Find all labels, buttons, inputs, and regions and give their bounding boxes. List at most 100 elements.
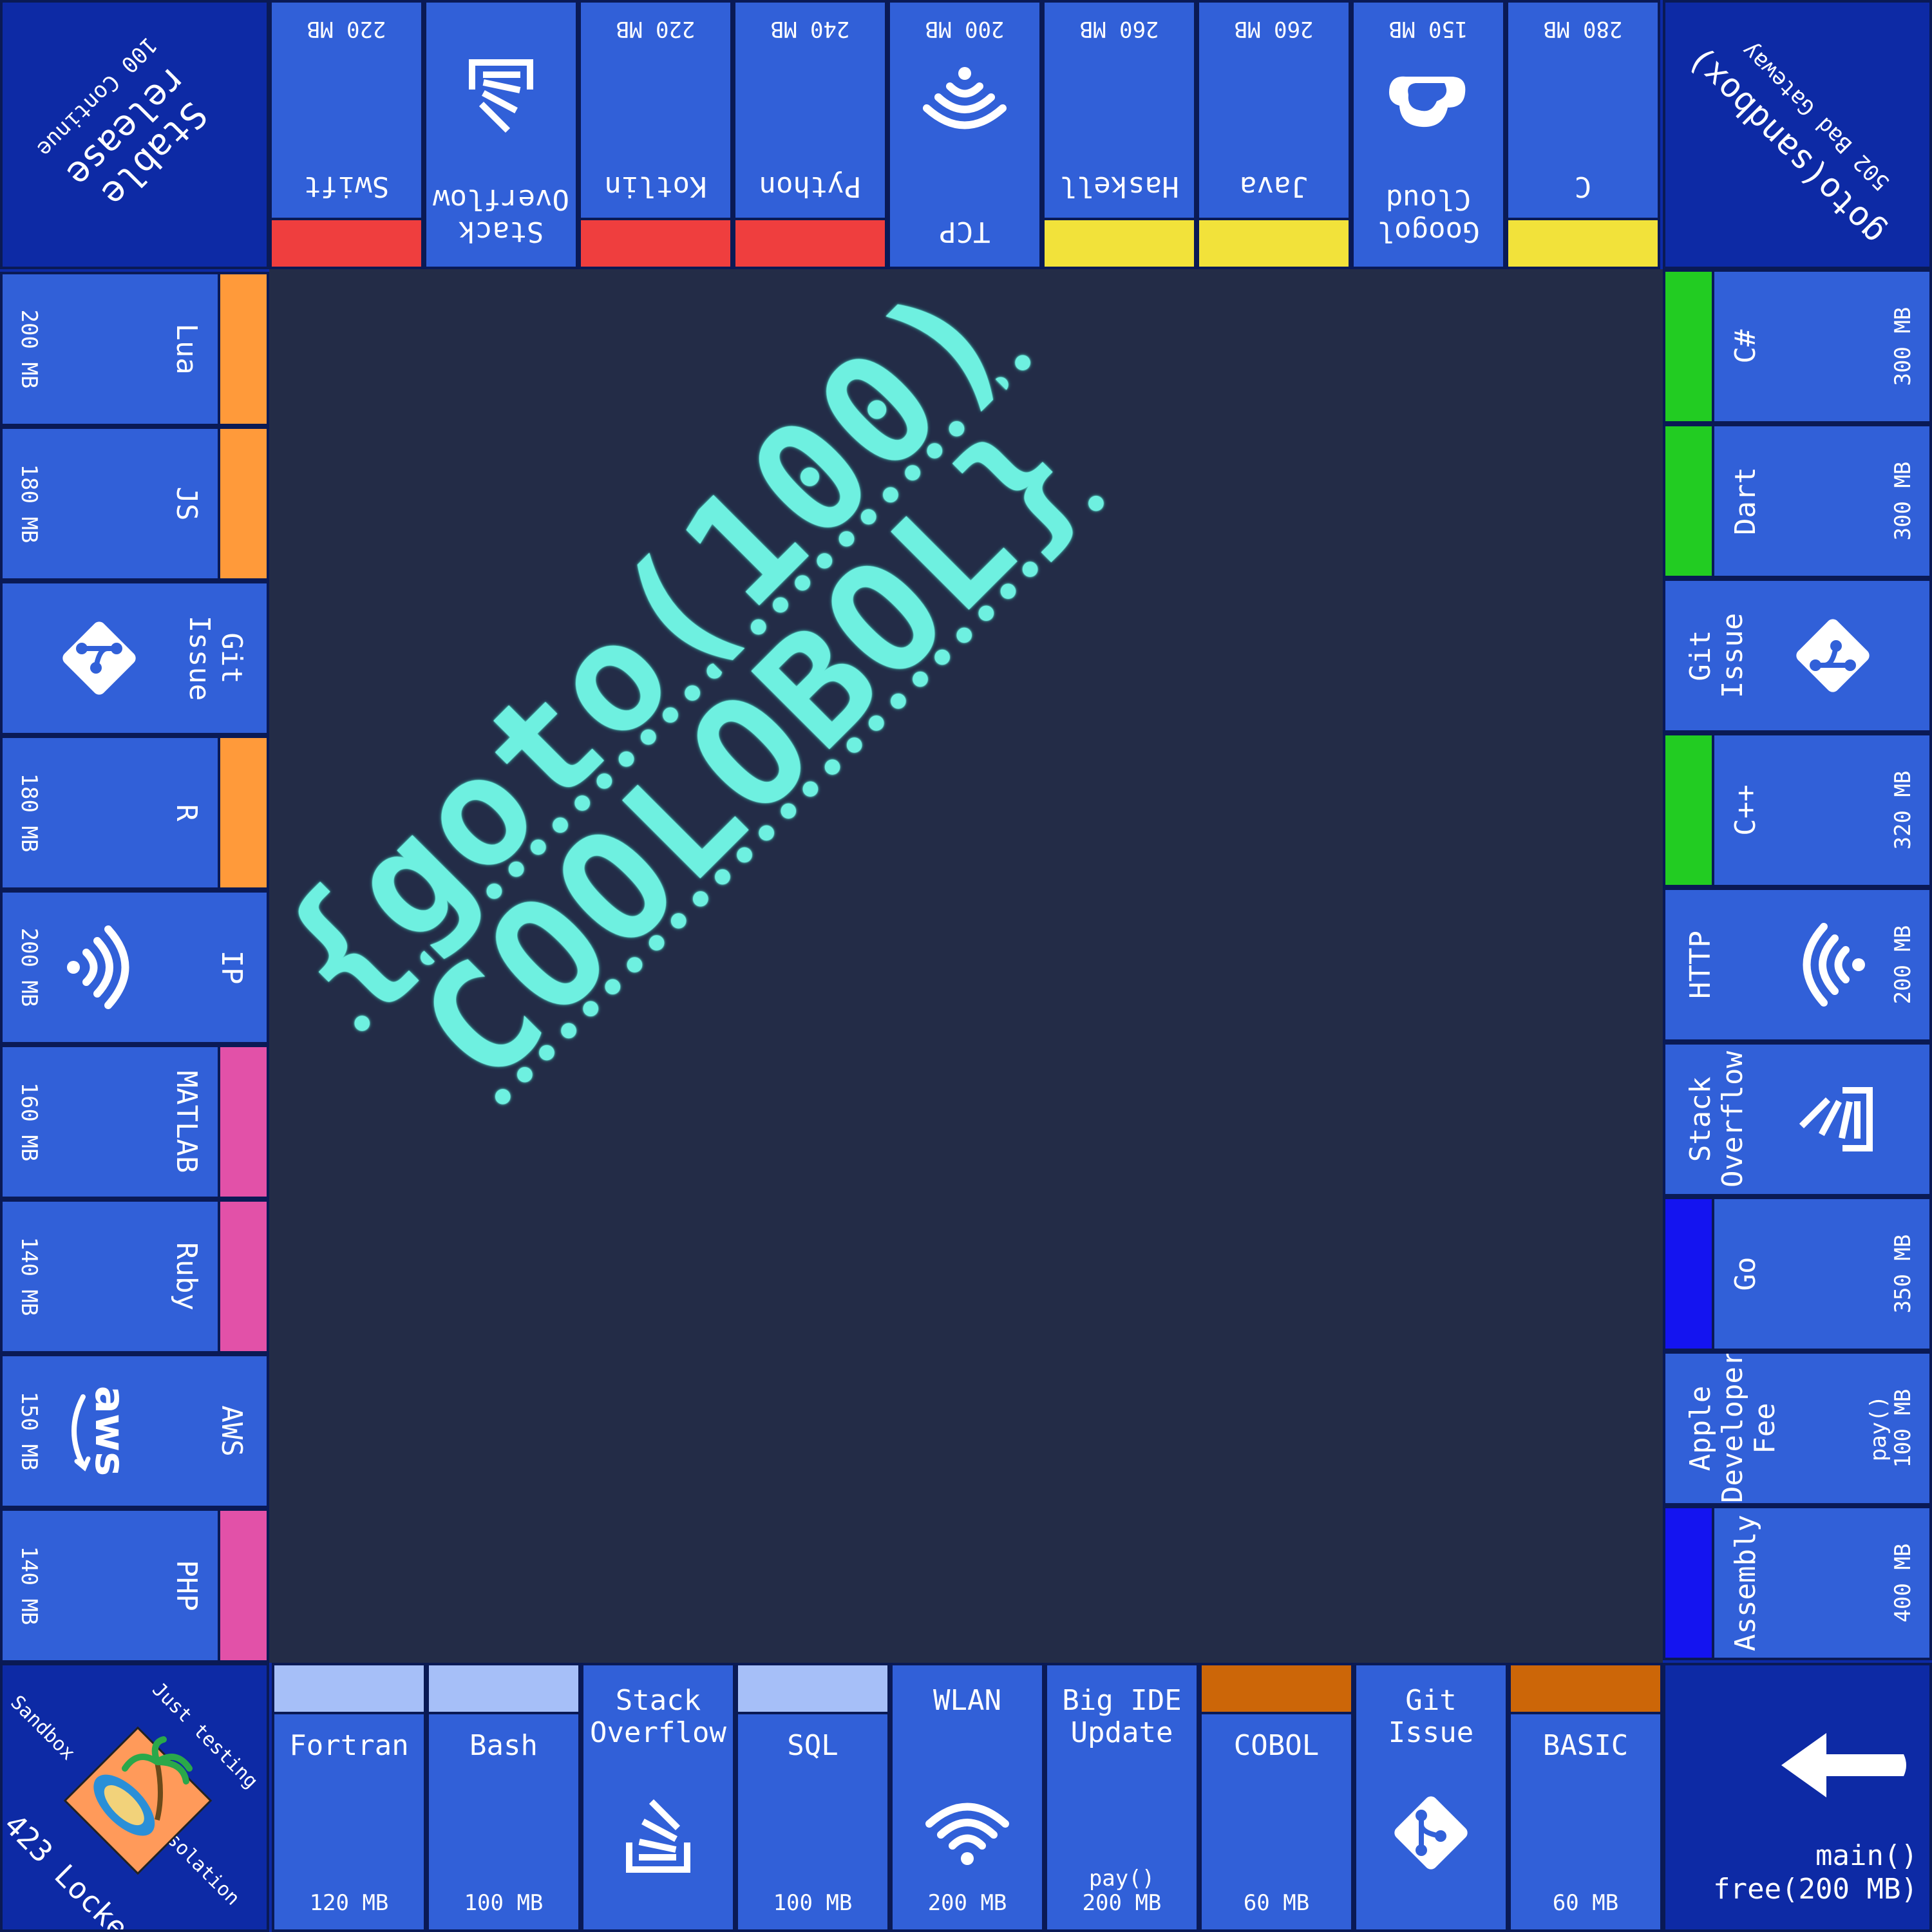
space-name: C++ (1729, 784, 1762, 836)
space-price: 200 MB (1890, 925, 1916, 1005)
space-right-7[interactable]: Apple Developer Fee pay() 100 MB (1663, 1351, 1932, 1506)
space-price: 220 MB (307, 16, 386, 42)
color-band (274, 1665, 424, 1714)
space-bottom-6[interactable]: Stack Overflow (581, 1663, 735, 1932)
space-price: 200 MB (16, 309, 42, 389)
space-top-6[interactable]: Java 260 MB (1197, 0, 1351, 269)
space-bottom-8[interactable]: Fortran 120 MB (272, 1663, 426, 1932)
space-bottom-1[interactable]: Git Issue (1354, 1663, 1508, 1932)
space-name: C (1574, 170, 1592, 203)
space-right-4[interactable]: HTTP 200 MB (1663, 887, 1932, 1042)
space-left-7[interactable]: JS 180 MB (0, 426, 269, 581)
color-band (1508, 218, 1658, 267)
space-bottom-3[interactable]: Big IDE Update pay() 200 MB (1045, 1663, 1199, 1932)
space-right-5[interactable]: Stack Overflow (1663, 1042, 1932, 1197)
space-price: 280 MB (1543, 16, 1623, 42)
space-price: 160 MB (16, 1082, 42, 1162)
space-name: BASIC (1542, 1729, 1629, 1762)
stackoverflow-icon (1785, 1071, 1881, 1168)
space-name: Ruby (170, 1242, 203, 1311)
space-name: R (170, 804, 203, 822)
color-band (218, 738, 267, 887)
space-name: Assembly (1729, 1515, 1762, 1651)
space-bottom-7[interactable]: Bash 100 MB (426, 1663, 581, 1932)
corner-go-to-jail[interactable]: goto(sandbox) 502 Bad Gateway (1663, 0, 1932, 269)
space-right-2[interactable]: Git Issue (1663, 578, 1932, 733)
space-left-0[interactable]: PHP 140 MB (0, 1508, 269, 1663)
corner-start[interactable]: main() free(200 MB) (1663, 1663, 1932, 1932)
space-name: Bash (469, 1729, 538, 1762)
color-band (1665, 426, 1714, 576)
space-price: pay() 200 MB (1082, 1866, 1162, 1916)
space-left-3[interactable]: MATLAB 160 MB (0, 1045, 269, 1199)
space-left-5[interactable]: R 180 MB (0, 735, 269, 890)
space-top-2[interactable]: Kotlin 220 MB (578, 0, 733, 269)
space-price: 100 MB (773, 1890, 853, 1916)
space-name: Apple Developer Fee (1684, 1351, 1781, 1503)
corner-parking[interactable]: Stable release 100 Continue (0, 0, 269, 269)
space-price: 260 MB (1079, 16, 1159, 42)
space-top-3[interactable]: Python 240 MB (733, 0, 887, 269)
space-name: AWS (215, 1405, 248, 1457)
space-price: 260 MB (1234, 16, 1314, 42)
space-left-6[interactable]: Git Issue (0, 581, 269, 735)
space-name: Lua (170, 323, 203, 375)
space-price: 140 MB (16, 1546, 42, 1625)
space-name: Swift (303, 170, 390, 203)
color-band (581, 218, 730, 267)
color-band (218, 1511, 267, 1660)
game-board: {goto(100) COOLOBOL} main() free(200 MB)… (0, 0, 1932, 1932)
space-bottom-5[interactable]: SQL 100 MB (735, 1663, 890, 1932)
space-price: 350 MB (1890, 1234, 1916, 1314)
corner-jail[interactable]: Sandbox Just testing isolation 423 Locke… (0, 1663, 269, 1932)
space-right-6[interactable]: Go 350 MB (1663, 1197, 1932, 1351)
space-top-8[interactable]: C 280 MB (1506, 0, 1660, 269)
space-price: 60 MB (1552, 1890, 1619, 1916)
space-price: 180 MB (16, 773, 42, 853)
space-left-4[interactable]: IP 200 MB (0, 890, 269, 1045)
space-top-4[interactable]: TCP 200 MB (887, 0, 1042, 269)
space-left-8[interactable]: Lua 200 MB (0, 272, 269, 426)
start-line-2: free(200 MB) (1713, 1873, 1918, 1906)
space-right-0[interactable]: C# 300 MB (1663, 269, 1932, 424)
color-band (1511, 1665, 1660, 1714)
space-price: 400 MB (1890, 1543, 1916, 1623)
space-right-8[interactable]: Assembly 400 MB (1663, 1506, 1932, 1660)
space-top-5[interactable]: Haskell 260 MB (1042, 0, 1197, 269)
space-name: Git Issue (1388, 1684, 1474, 1749)
space-right-3[interactable]: C++ 320 MB (1663, 733, 1932, 887)
space-bottom-0[interactable]: BASIC 60 MB (1508, 1663, 1663, 1932)
space-name: Googol Cloud (1377, 183, 1480, 248)
left-arrow-icon (1781, 1733, 1906, 1797)
space-name: HTTP (1684, 931, 1717, 999)
space-left-2[interactable]: Ruby 140 MB (0, 1199, 269, 1354)
color-band (1665, 272, 1714, 421)
space-price: 150 MB (1388, 16, 1468, 42)
space-price: 200 MB (16, 927, 42, 1007)
space-name: Kotlin (604, 170, 707, 203)
color-band (735, 218, 885, 267)
space-name: Java (1240, 170, 1308, 203)
color-band (1665, 735, 1714, 885)
space-price: 220 MB (616, 16, 696, 42)
space-top-1[interactable]: Stack Overflow (424, 0, 578, 269)
space-left-1[interactable]: AWS aws 150 MB (0, 1354, 269, 1508)
space-name: COBOL (1233, 1729, 1320, 1762)
color-band (1665, 1508, 1714, 1658)
space-top-0[interactable]: Swift 220 MB (269, 0, 424, 269)
space-right-1[interactable]: Dart 300 MB (1663, 424, 1932, 578)
space-name: Stack Overflow (433, 183, 569, 248)
space-bottom-2[interactable]: COBOL 60 MB (1199, 1663, 1354, 1932)
space-bottom-4[interactable]: WLAN 200 MB (890, 1663, 1045, 1932)
space-name: Go (1729, 1256, 1762, 1291)
aws-icon: aws (51, 1383, 147, 1479)
stackoverflow-icon (610, 1785, 706, 1881)
space-price: 150 MB (16, 1391, 42, 1471)
space-name: Git Issue (183, 615, 248, 701)
space-top-7[interactable]: Googol Cloud 150 MB (1351, 0, 1506, 269)
color-band (218, 1047, 267, 1197)
space-name: Big IDE Update (1062, 1684, 1182, 1749)
color-band (1045, 218, 1194, 267)
cloud-icon (1380, 51, 1477, 147)
space-name: Git Issue (1684, 612, 1749, 699)
